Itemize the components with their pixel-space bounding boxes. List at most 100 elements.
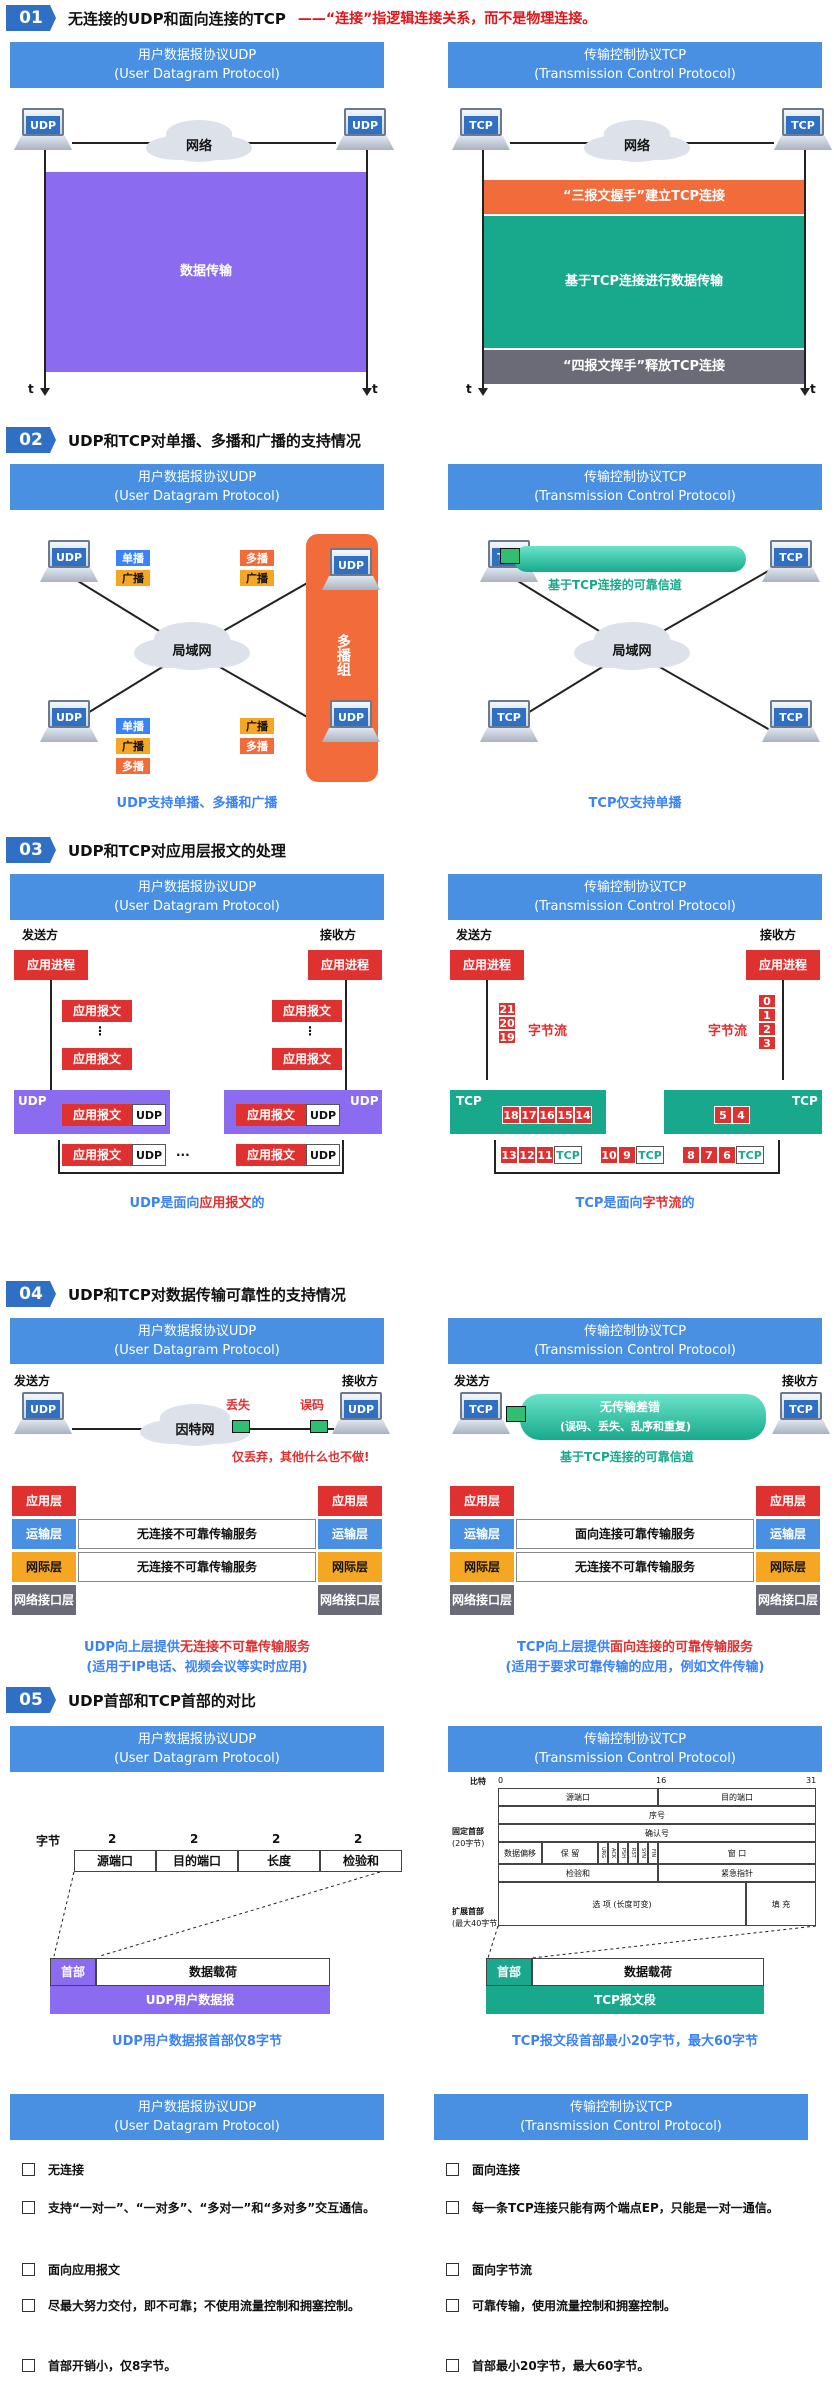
tcp-banner: 传输控制协议TCP (Transmission Control Protocol) — [448, 464, 822, 510]
byte-box: 1 — [758, 1008, 776, 1022]
bytes-label: 字节 — [36, 1834, 61, 1848]
sender-label: 发送方 — [456, 928, 493, 942]
tcp-unicast-caption: TCP仅支持单播 — [588, 796, 682, 811]
lost-label: 丢失 — [226, 1398, 251, 1412]
byte-box: 21 — [498, 1002, 516, 1016]
checkbox — [22, 2299, 35, 2312]
comparison-item: 每一条TCP连接只能有两个端点EP，只能是一对一通信。 — [472, 2201, 779, 2215]
byte-box: 11 — [536, 1146, 554, 1164]
udp-host-1: UDP — [40, 540, 98, 586]
receiver-label: 接收方 — [320, 928, 357, 942]
layer-1: 运输层 — [318, 1519, 382, 1549]
tcp-host-4: TCP — [762, 700, 820, 746]
receiver-label: 接收方 — [342, 1374, 379, 1388]
checkbox — [446, 2359, 459, 2372]
byte-box: 7 — [700, 1146, 718, 1164]
checkbox — [22, 2263, 35, 2276]
tcp-window: 窗 口 — [658, 1842, 816, 1864]
udp-header: UDP — [132, 1144, 166, 1166]
layer-3: 网络接口层 — [450, 1585, 514, 1615]
multicast-badge: 多播 — [240, 738, 274, 754]
section-number: 05 — [6, 1687, 56, 1713]
bits-label: 比特 — [470, 1777, 486, 1786]
unicast-badge: 单播 — [116, 718, 150, 734]
tcp-data-offset: 数据偏移 — [498, 1842, 542, 1864]
tcp-segment-label: TCP报文段 — [486, 1986, 764, 2014]
byte-box: 18 — [502, 1106, 520, 1124]
byte-box: 19 — [498, 1030, 516, 1044]
tcp-app-process: 应用进程 — [450, 950, 524, 980]
udp-reliability-caption: UDP向上层提供无连接不可靠传输服务 — [84, 1640, 310, 1655]
tcp-header: TCP — [636, 1146, 664, 1164]
section-05-header: 05 UDP首部和TCP首部的对比 — [6, 1686, 256, 1714]
app-message: 应用报文 — [236, 1144, 306, 1166]
ellipsis: ··· — [176, 1148, 190, 1162]
tcp-header: TCP — [554, 1146, 582, 1164]
layer-3: 网络接口层 — [318, 1585, 382, 1615]
byte-box: 15 — [556, 1106, 574, 1124]
comparison-item: 面向应用报文 — [48, 2263, 121, 2277]
byte-box: 2 — [758, 1022, 776, 1036]
app-message: 应用报文 — [236, 1104, 306, 1126]
ip-service: 无连接不可靠传输服务 — [78, 1552, 316, 1582]
udp-header: UDP — [132, 1104, 166, 1126]
section-title: UDP和TCP对单播、多播和广播的支持情况 — [68, 431, 361, 450]
tcp-receiver-computer: TCP — [774, 108, 832, 154]
section-title: UDP首部和TCP首部的对比 — [68, 1691, 256, 1710]
tcp-flag: SYN — [638, 1842, 648, 1864]
comparison-item: 首部最小20字节，最大60字节。 — [472, 2359, 650, 2373]
byte-size: 2 — [108, 1832, 117, 1846]
udp-banner: 用户数据报协议UDP (User Datagram Protocol) — [10, 874, 384, 920]
unicast-badge: 单播 — [116, 550, 150, 566]
tcp-flag: PSH — [618, 1842, 628, 1864]
checkbox — [22, 2201, 35, 2214]
udp-datagram-label: UDP用户数据报 — [50, 1986, 330, 2014]
tcp-flag: ACK — [608, 1842, 618, 1864]
byte-box: 4 — [732, 1106, 750, 1124]
ext-header-label: 扩展首部 — [452, 1907, 484, 1916]
checkbox — [446, 2201, 459, 2214]
tcp-flag: URG — [598, 1842, 608, 1864]
tcp-host-3: TCP — [480, 700, 538, 746]
fixed-header-label: 固定首部 — [452, 1827, 484, 1836]
transport-service: 面向连接可靠传输服务 — [516, 1519, 754, 1549]
layer-1: 运输层 — [12, 1519, 76, 1549]
tcp-banner: 传输控制协议TCP (Transmission Control Protocol) — [448, 1318, 822, 1364]
tcp-channel-label: 基于TCP连接的可靠信道 — [548, 578, 682, 592]
time-axis-label: t — [466, 382, 472, 396]
tcp-header-block: 首部 — [486, 1958, 532, 1986]
udp-network-cloud: 网络 — [162, 126, 236, 162]
tcp-banner: 传输控制协议TCP (Transmission Control Protocol) — [448, 42, 822, 88]
multicast-group: 多播组 — [335, 634, 351, 676]
udp-receiver-computer: UDP — [332, 1392, 390, 1438]
transport-service: 无连接不可靠传输服务 — [78, 1519, 316, 1549]
tcp-flag: RST — [628, 1842, 638, 1864]
tcp-wave: “四报文挥手”释放TCP连接 — [484, 350, 804, 384]
section-number: 01 — [6, 5, 56, 31]
section-title: UDP和TCP对数据传输可靠性的支持情况 — [68, 1285, 346, 1304]
discard-label: 仅丢弃，其他什么也不做! — [232, 1450, 370, 1464]
layer-1: 运输层 — [450, 1519, 514, 1549]
tcp-ack: 确认号 — [498, 1824, 816, 1842]
byte-box: 10 — [600, 1146, 618, 1164]
tcp-sender-computer: TCP — [452, 108, 510, 154]
app-message: 应用报文 — [272, 1000, 342, 1022]
comparison-item: 面向字节流 — [472, 2263, 533, 2277]
tcp-seq: 序号 — [498, 1806, 816, 1824]
sender-label: 发送方 — [14, 1374, 51, 1388]
app-message: 应用报文 — [62, 1144, 132, 1166]
comparison-item: 面向连接 — [472, 2163, 521, 2177]
bit-31: 31 — [806, 1776, 817, 1785]
section-note: ——“连接”指逻辑连接关系，而不是物理连接。 — [297, 11, 597, 27]
multicast-badge: 多播 — [240, 550, 274, 566]
udp-field: 目的端口 — [156, 1850, 238, 1872]
udp-multicast-caption: UDP支持单播、多播和广播 — [116, 796, 278, 811]
byte-box: 20 — [498, 1016, 516, 1030]
tcp-options: 选 项 (长度可变) — [498, 1882, 746, 1926]
tcp-banner: 传输控制协议TCP (Transmission Control Protocol) — [448, 1726, 822, 1772]
tcp-flag: FIN — [648, 1842, 658, 1864]
layer-3: 网络接口层 — [12, 1585, 76, 1615]
checkbox — [446, 2299, 459, 2312]
udp-header-block: 首部 — [50, 1958, 96, 1986]
byte-box: 5 — [714, 1106, 732, 1124]
